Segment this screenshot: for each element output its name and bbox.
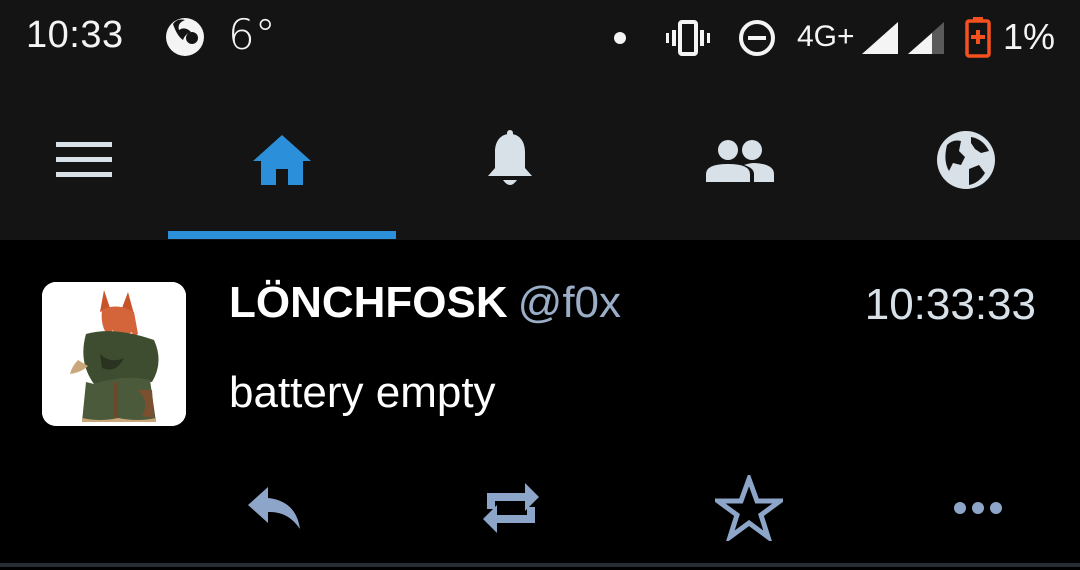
network-type: 4G+ <box>797 20 855 53</box>
status-temperature: 6° <box>228 10 276 59</box>
favourite-icon <box>715 475 783 541</box>
signal-icon <box>860 20 900 61</box>
favourite-button[interactable] <box>704 468 794 548</box>
status-time: 10:33 <box>26 14 124 56</box>
author-handle[interactable]: @f0x <box>518 278 621 327</box>
boost-icon <box>483 483 539 533</box>
notification-dot-icon <box>612 30 628 51</box>
post-content: battery empty <box>229 368 496 417</box>
reply-button[interactable] <box>229 468 319 548</box>
post-divider <box>0 563 1080 567</box>
status-bar: 10:33 6° 4G+ 1% <box>0 0 1080 80</box>
boost-button[interactable] <box>466 468 556 548</box>
tab-local-timeline[interactable] <box>650 80 830 240</box>
post-timestamp[interactable]: 10:33:33 <box>865 280 1036 330</box>
firefox-icon <box>163 14 207 63</box>
vibrate-icon <box>666 18 710 63</box>
battery-percent: 1% <box>1003 16 1056 57</box>
hamburger-menu-icon <box>56 142 112 177</box>
home-icon <box>253 135 311 185</box>
post-author[interactable]: LÖNCHFOSK @f0x <box>229 278 621 328</box>
globe-icon <box>937 131 995 189</box>
tab-federated-timeline[interactable] <box>876 80 1056 240</box>
reply-icon <box>248 487 300 529</box>
people-icon <box>706 140 774 182</box>
tab-home[interactable] <box>168 80 396 240</box>
tab-notifications[interactable] <box>420 80 600 240</box>
signal-icon <box>906 20 946 61</box>
battery-low-icon <box>964 16 992 63</box>
more-button[interactable] <box>933 468 1023 548</box>
bell-icon <box>488 130 532 185</box>
status-post[interactable]: LÖNCHFOSK @f0x 10:33:33 battery empty <box>0 240 1080 565</box>
do-not-disturb-icon <box>737 18 777 63</box>
more-icon <box>954 502 1002 514</box>
menu-button[interactable] <box>24 80 144 240</box>
avatar[interactable] <box>42 282 186 426</box>
navigation-tab-bar <box>0 80 1080 240</box>
author-display-name[interactable]: LÖNCHFOSK <box>229 278 508 327</box>
active-tab-indicator <box>168 231 396 239</box>
